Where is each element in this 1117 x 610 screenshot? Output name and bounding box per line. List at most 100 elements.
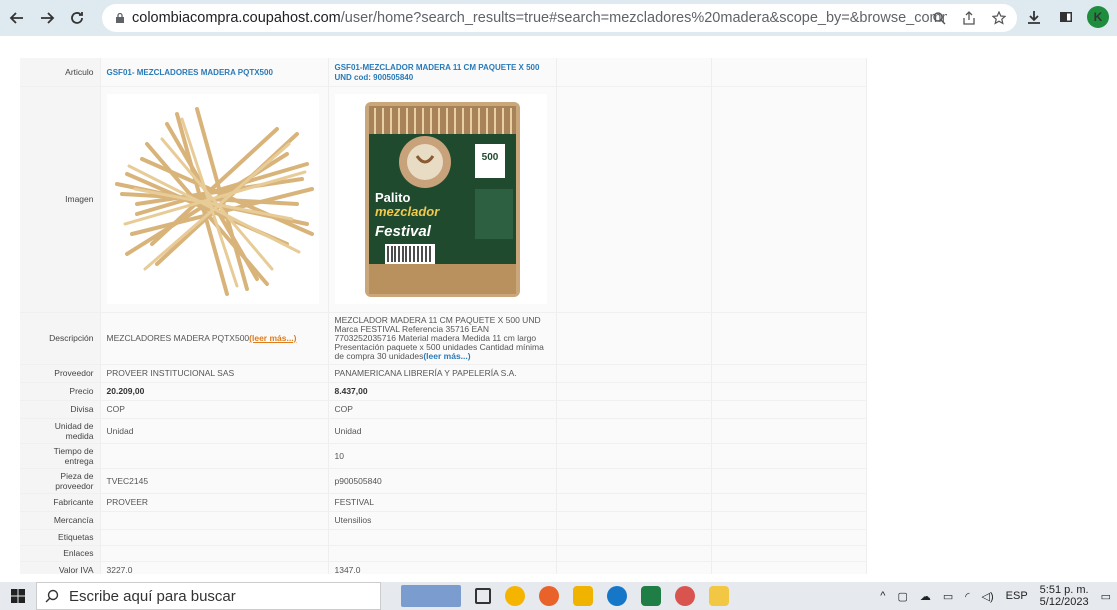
empty-cell — [555, 561, 711, 574]
start-button[interactable] — [0, 582, 36, 610]
item2-image[interactable]: 500 Palito mezclador Festival — [334, 94, 547, 304]
chrome-profile-icon[interactable] — [675, 586, 695, 606]
empty-cell — [710, 364, 867, 383]
row-imagen: Imagen 500 Palito mezclador Festival — [20, 86, 867, 313]
row-fabricante: Fabricante PROVEER FESTIVAL — [20, 493, 867, 512]
store-icon[interactable] — [573, 586, 593, 606]
chrome-icon[interactable] — [505, 586, 525, 606]
profile-avatar[interactable]: K — [1087, 6, 1109, 28]
empty-cell — [555, 511, 711, 530]
item2-supplier-part: p900505840 — [327, 468, 556, 494]
empty-cell — [710, 529, 867, 546]
system-tray: ^ ▢ ☁ ▭ ◜ ◁) ESP 5:51 p. m. 5/12/2023 ▭ — [880, 582, 1111, 610]
label-enlaces: Enlaces — [20, 545, 100, 562]
row-pieza: Pieza de proveedor TVEC2145 p900505840 — [20, 468, 867, 494]
empty-cell — [710, 418, 867, 444]
item1-price: 20.209,00 — [99, 382, 328, 401]
row-descripcion: Descripción MEZCLADORES MADERA PQTX500(l… — [20, 312, 867, 365]
reload-button[interactable] — [64, 5, 90, 31]
firefox-icon[interactable] — [539, 586, 559, 606]
item1-description: MEZCLADORES MADERA PQTX500 — [106, 333, 250, 343]
comparison-table: Articulo GSF01- MEZCLADORES MADERA PQTX5… — [20, 58, 867, 574]
onedrive-icon[interactable]: ☁ — [920, 590, 931, 603]
item2-manufacturer: FESTIVAL — [327, 493, 556, 512]
empty-cell — [327, 529, 556, 546]
empty-cell — [710, 493, 867, 512]
row-mercancia: Mercancía Utensilios — [20, 511, 867, 530]
star-icon[interactable] — [989, 8, 1009, 28]
windows-logo-icon — [11, 589, 25, 603]
excel-icon[interactable] — [641, 586, 661, 606]
empty-cell — [710, 468, 867, 494]
item2-read-more-link[interactable]: (leer más...) — [423, 351, 470, 361]
item1-supplier-part: TVEC2145 — [99, 468, 328, 494]
row-unidad: Unidad de medida Unidad Unidad — [20, 418, 867, 444]
url-text: colombiacompra.coupahost.com/user/home?s… — [132, 10, 947, 26]
volume-icon[interactable]: ◁) — [982, 590, 994, 603]
label-mercancia: Mercancía — [20, 511, 100, 530]
task-view-icon[interactable] — [475, 588, 491, 604]
item1-image[interactable] — [106, 94, 319, 304]
item2-commodity: Utensilios — [327, 511, 556, 530]
item2-lead-time: 10 — [327, 443, 556, 469]
forward-button[interactable] — [34, 5, 60, 31]
browser-toolbar: colombiacompra.coupahost.com/user/home?s… — [0, 0, 1117, 36]
label-divisa: Divisa — [20, 400, 100, 419]
item1-title-link[interactable]: GSF01- MEZCLADORES MADERA PQTX500 — [107, 68, 273, 77]
empty-cell — [555, 58, 711, 87]
row-tiempo: Tiempo de entrega 10 — [20, 443, 867, 469]
clock[interactable]: 5:51 p. m. 5/12/2023 — [1040, 584, 1089, 608]
back-button[interactable] — [4, 5, 30, 31]
empty-cell — [710, 58, 867, 87]
label-proveedor: Proveedor — [20, 364, 100, 383]
share-icon[interactable] — [959, 8, 979, 28]
empty-cell — [710, 312, 867, 365]
search-highlight-icon[interactable] — [401, 585, 461, 607]
label-etiquetas: Etiquetas — [20, 529, 100, 546]
sidepanel-icon[interactable] — [1055, 6, 1077, 28]
language-indicator[interactable]: ESP — [1006, 590, 1028, 602]
zoom-icon[interactable] — [929, 8, 949, 28]
chevron-up-icon[interactable]: ^ — [880, 590, 885, 602]
row-etiquetas: Etiquetas — [20, 529, 867, 546]
item1-unit: Unidad — [99, 418, 328, 444]
pack-brand-logo: Festival — [375, 223, 432, 240]
item2-supplier: PANAMERICANA LIBRERÍA Y PAPELERÍA S.A. — [327, 364, 556, 383]
item1-currency: COP — [99, 400, 328, 419]
empty-cell — [710, 400, 867, 419]
address-bar[interactable]: colombiacompra.coupahost.com/user/home?s… — [102, 4, 1017, 32]
wooden-sticks-image — [114, 107, 314, 296]
taskbar-search-placeholder: Escribe aquí para buscar — [69, 587, 236, 605]
empty-cell — [327, 545, 556, 562]
empty-cell — [555, 312, 711, 365]
empty-cell — [710, 511, 867, 530]
row-precio: Precio 20.209,00 8.437,00 — [20, 382, 867, 401]
empty-cell — [555, 382, 711, 401]
empty-cell — [99, 529, 328, 546]
wifi-icon[interactable]: ◜ — [965, 590, 969, 603]
label-precio: Precio — [20, 382, 100, 401]
clock-date: 5/12/2023 — [1039, 596, 1089, 608]
clock-time: 5:51 p. m. — [1039, 584, 1089, 596]
taskbar-search[interactable]: Escribe aquí para buscar — [36, 582, 381, 610]
item2-title-link[interactable]: GSF01-MEZCLADOR MADERA 11 CM PAQUETE X 5… — [335, 63, 540, 82]
label-iva: Valor IVA — [20, 561, 100, 574]
empty-cell — [555, 468, 711, 494]
file-explorer-icon[interactable] — [709, 586, 729, 606]
empty-cell — [710, 545, 867, 562]
pack-count-text: 500 — [481, 152, 498, 163]
label-fabricante: Fabricante — [20, 493, 100, 512]
meet-now-icon[interactable]: ▢ — [897, 590, 907, 603]
row-iva: Valor IVA 3227.0 1347.0 — [20, 561, 867, 574]
empty-cell — [555, 400, 711, 419]
empty-cell — [710, 443, 867, 469]
row-articulo: Articulo GSF01- MEZCLADORES MADERA PQTX5… — [20, 58, 867, 87]
windows-taskbar: Escribe aquí para buscar ^ ▢ ☁ ▭ ◜ ◁) ES… — [0, 582, 1117, 610]
item1-read-more-link[interactable]: (leer más...) — [249, 333, 296, 343]
battery-icon[interactable]: ▭ — [943, 590, 953, 603]
download-icon[interactable] — [1023, 6, 1045, 28]
label-tiempo: Tiempo de entrega — [20, 443, 100, 469]
edge-icon[interactable] — [607, 586, 627, 606]
empty-cell — [555, 364, 711, 383]
notification-icon[interactable]: ▭ — [1101, 590, 1111, 603]
